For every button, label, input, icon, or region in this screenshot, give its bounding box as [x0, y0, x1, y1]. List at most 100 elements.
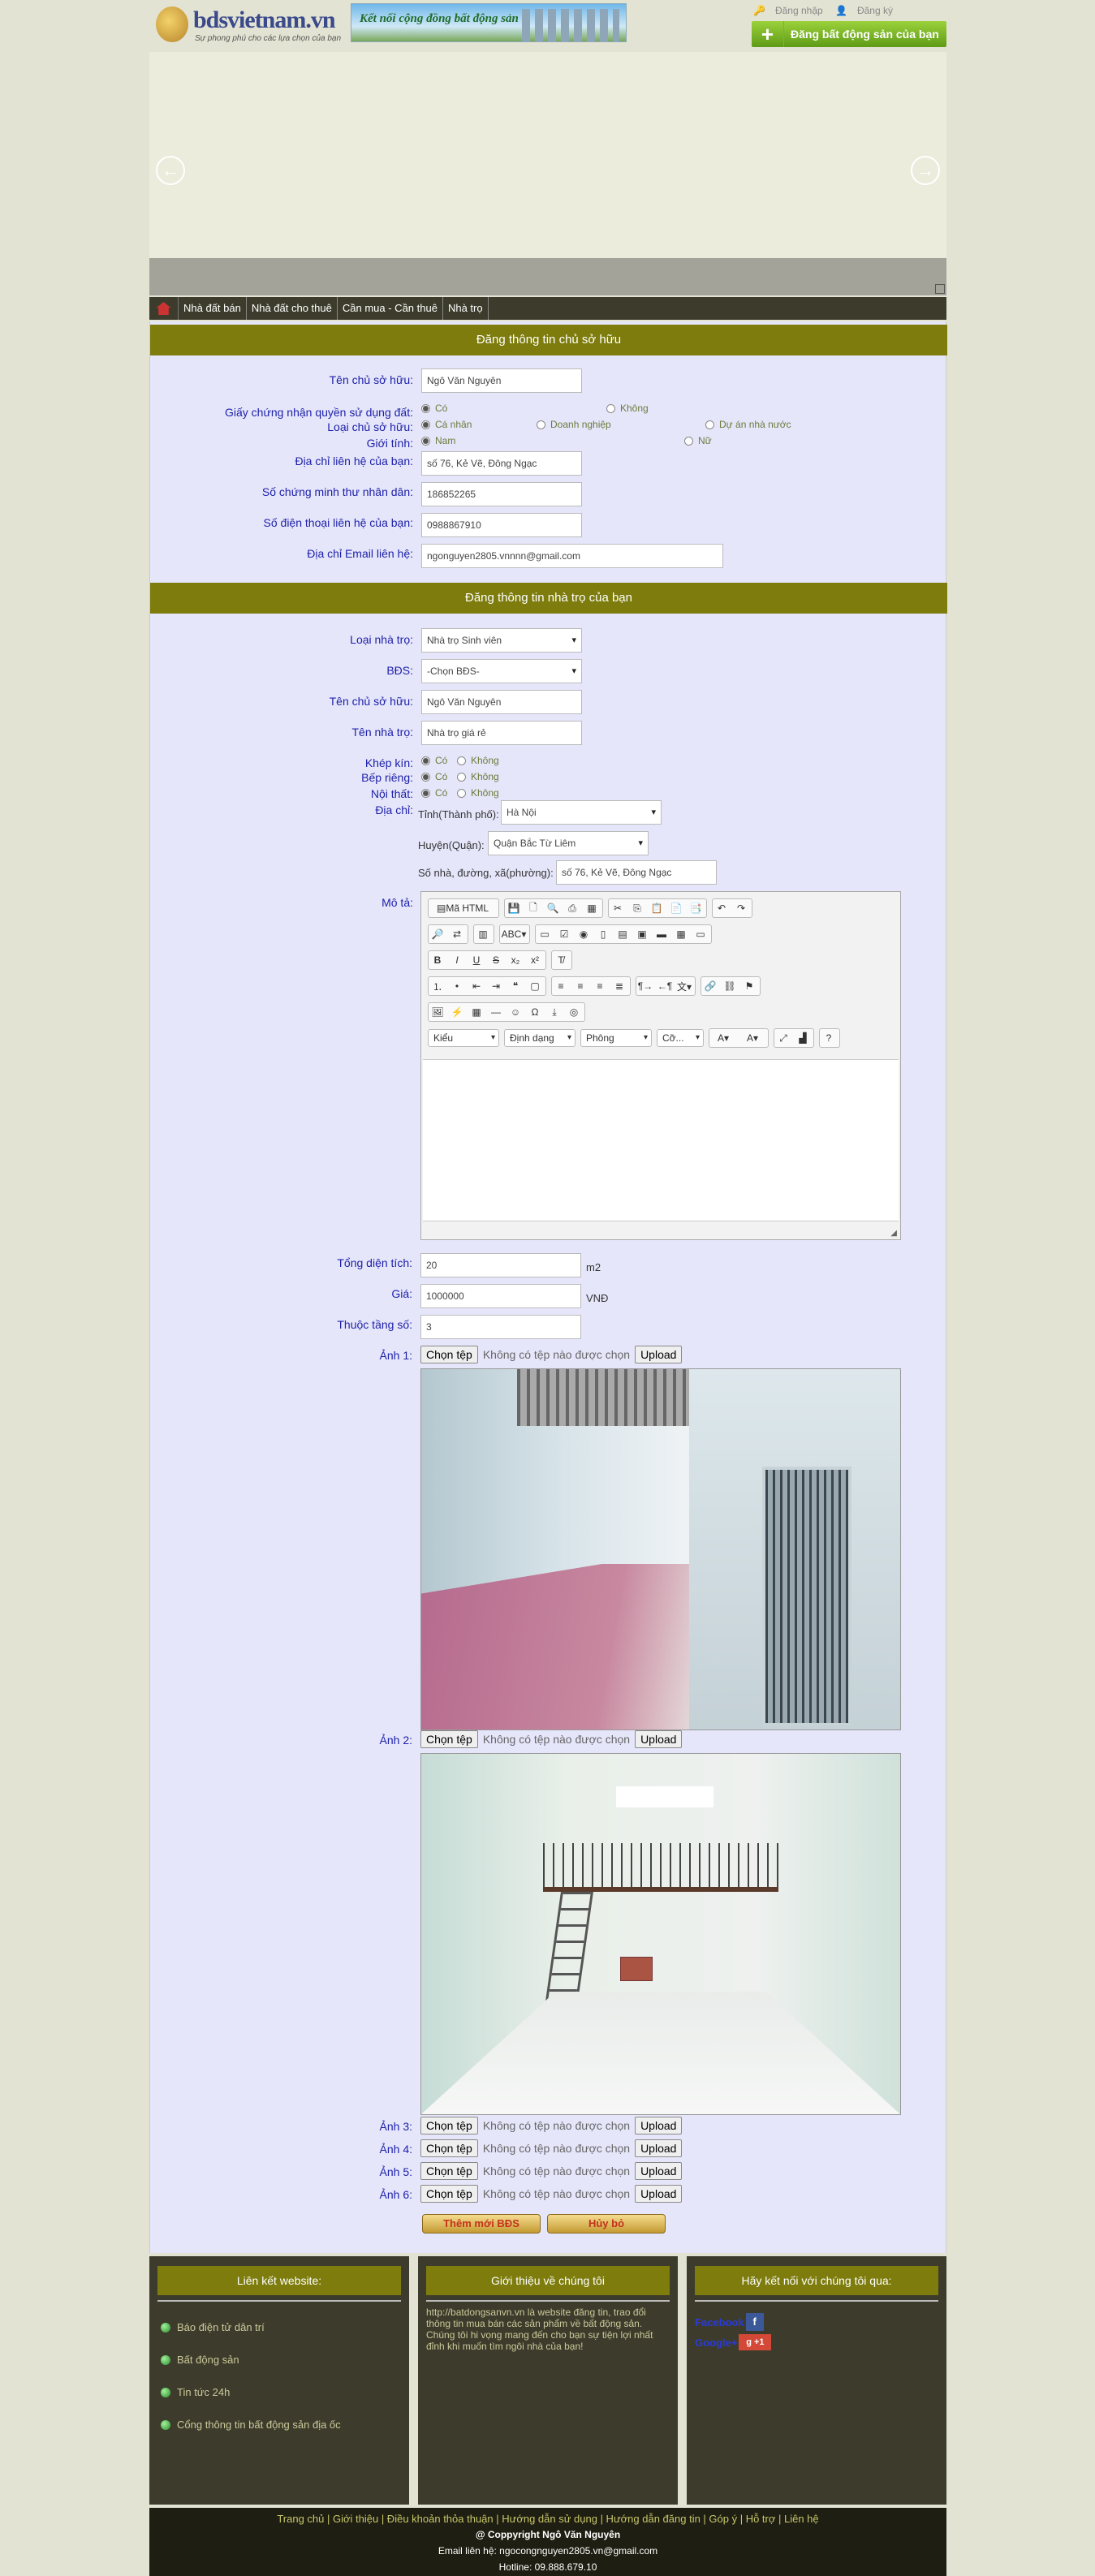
textarea-icon[interactable]: ▤ — [614, 925, 632, 943]
size-combo[interactable]: Cỡ... — [657, 1029, 704, 1047]
text-color-icon[interactable]: A▾ — [709, 1029, 737, 1047]
photo-3-upload-button[interactable]: Upload — [635, 2117, 683, 2134]
find-icon[interactable]: 🔎 — [429, 925, 446, 943]
footer-link-portal[interactable]: Cổng thông tin bất động sản địa ốc — [161, 2419, 341, 2431]
furniture-yes-radio[interactable]: Có — [421, 787, 447, 799]
print-icon[interactable]: ⎙ — [563, 899, 581, 917]
strike-icon[interactable]: S — [487, 951, 505, 969]
redo-icon[interactable]: ↷ — [732, 899, 750, 917]
street-input[interactable]: số 76, Kẻ Vẽ, Đông Ngạc — [556, 860, 717, 885]
outdent-icon[interactable]: ⇤ — [468, 977, 485, 995]
new-page-icon[interactable]: 🗋 — [524, 899, 542, 917]
nav-item-sale[interactable]: Nhà đất bán — [179, 297, 247, 320]
style-combo[interactable]: Kiểu — [428, 1029, 499, 1047]
photo-2-upload-button[interactable]: Upload — [635, 1730, 683, 1748]
photo-2-choose-button[interactable]: Chọn tệp — [420, 1730, 478, 1748]
email-input[interactable]: ngonguyen2805.vnnnn@gmail.com — [421, 544, 723, 568]
rtl-icon[interactable]: ←¶ — [656, 977, 674, 995]
bg-color-icon[interactable]: A▾ — [739, 1029, 766, 1047]
slider-prev-button[interactable]: ← — [156, 156, 185, 185]
photo-4-upload-button[interactable]: Upload — [635, 2139, 683, 2157]
room-name-input[interactable]: Nhà trọ giá rẻ — [421, 721, 582, 745]
flash-icon[interactable]: ⚡ — [448, 1003, 466, 1021]
font-combo[interactable]: Phông — [580, 1029, 652, 1047]
type-business-radio[interactable]: Doanh nghiệp — [537, 419, 611, 430]
bold-icon[interactable]: B — [429, 951, 446, 969]
post-property-button[interactable]: + Đăng bất động sản của bạn — [752, 21, 946, 47]
closed-yes-radio[interactable]: Có — [421, 755, 447, 766]
footer-link-bds[interactable]: Bất động sản — [161, 2354, 239, 2366]
google-plus-link[interactable]: Google+ g +1 — [695, 2334, 772, 2350]
table-icon[interactable]: ▦ — [468, 1003, 485, 1021]
paste-text-icon[interactable]: 📄 — [667, 899, 685, 917]
resize-handle-icon[interactable]: ◢ — [890, 1229, 897, 1238]
horizontal-line-icon[interactable]: ― — [487, 1003, 505, 1021]
nav-item-rent[interactable]: Nhà đất cho thuê — [247, 297, 338, 320]
photo-1-choose-button[interactable]: Chọn tệp — [420, 1346, 478, 1363]
cancel-button[interactable]: Hủy bỏ — [547, 2214, 666, 2234]
hidden-field-icon[interactable]: ▭ — [692, 925, 709, 943]
owner-name-input[interactable]: Ngô Văn Nguyên — [421, 368, 582, 393]
province-select[interactable]: Hà Nội — [501, 800, 662, 825]
slider-next-button[interactable]: → — [911, 156, 940, 185]
radio-icon[interactable]: ◉ — [575, 925, 593, 943]
preview-icon[interactable]: 🔍 — [544, 899, 562, 917]
image-icon[interactable]: 🖼 — [429, 1003, 446, 1021]
remove-format-icon[interactable]: T̸ — [552, 951, 570, 969]
save-icon[interactable]: 💾 — [505, 899, 523, 917]
justify-icon[interactable]: ≣ — [610, 977, 628, 995]
add-property-button[interactable]: Thêm mới BĐS — [422, 2214, 541, 2234]
underline-icon[interactable]: U — [468, 951, 485, 969]
slider-toggle[interactable] — [935, 284, 945, 294]
home-button[interactable] — [149, 297, 179, 320]
site-logo[interactable]: bdsvietnam.vn Sự phong phú cho các lựa c… — [153, 3, 347, 45]
indent-icon[interactable]: ⇥ — [487, 977, 505, 995]
align-left-icon[interactable]: ≡ — [552, 977, 570, 995]
cert-yes-radio[interactable]: Có — [421, 403, 447, 414]
maximize-icon[interactable]: ⤢ — [774, 1029, 792, 1047]
paste-icon[interactable]: 📋 — [648, 899, 666, 917]
address-input[interactable]: số 76, Kẻ Vẽ, Đông Ngạc — [421, 451, 582, 476]
district-select[interactable]: Quận Bắc Từ Liêm — [488, 831, 649, 855]
align-center-icon[interactable]: ≡ — [571, 977, 589, 995]
ltr-icon[interactable]: ¶→ — [636, 977, 654, 995]
cert-no-radio[interactable]: Không — [606, 403, 649, 414]
italic-icon[interactable]: I — [448, 951, 466, 969]
spellcheck-icon[interactable]: ABC▾ — [500, 925, 528, 943]
editor-content-area[interactable] — [423, 1059, 899, 1221]
gender-male-radio[interactable]: Nam — [421, 435, 455, 446]
bds-select[interactable]: -Chọn BĐS- — [421, 659, 582, 683]
photo-5-upload-button[interactable]: Upload — [635, 2162, 683, 2180]
special-char-icon[interactable]: Ω — [526, 1003, 544, 1021]
photo-6-upload-button[interactable]: Upload — [635, 2185, 683, 2203]
copy-icon[interactable]: ⎘ — [628, 899, 646, 917]
cut-icon[interactable]: ✂ — [609, 899, 627, 917]
kitchen-yes-radio[interactable]: Có — [421, 771, 447, 782]
phone-input[interactable]: 0988867910 — [421, 513, 582, 537]
format-combo[interactable]: Định dạng — [504, 1029, 576, 1047]
language-icon[interactable]: 文▾ — [675, 977, 693, 995]
button-icon[interactable]: ▬ — [653, 925, 670, 943]
link-icon[interactable]: 🔗 — [701, 977, 719, 995]
nav-item-boarding[interactable]: Nhà trọ — [443, 297, 489, 320]
photo-1-upload-button[interactable]: Upload — [635, 1346, 683, 1363]
iframe-icon[interactable]: ◎ — [565, 1003, 583, 1021]
price-input[interactable]: 1000000 — [420, 1284, 581, 1308]
subscript-icon[interactable]: x₂ — [507, 951, 524, 969]
floor-input[interactable]: 3 — [420, 1315, 581, 1339]
register-link[interactable]: Đăng ký — [857, 5, 893, 16]
room-type-select[interactable]: Nhà trọ Sinh viên — [421, 628, 582, 653]
textfield-icon[interactable]: ▯ — [594, 925, 612, 943]
checkbox-icon[interactable]: ☑ — [555, 925, 573, 943]
type-personal-radio[interactable]: Cá nhân — [421, 419, 472, 430]
superscript-icon[interactable]: x² — [526, 951, 544, 969]
templates-icon[interactable]: ▦ — [583, 899, 601, 917]
paste-word-icon[interactable]: 📑 — [687, 899, 705, 917]
photo-4-choose-button[interactable]: Chọn tệp — [420, 2139, 478, 2157]
select-all-icon[interactable]: ▥ — [474, 925, 492, 943]
photo-5-choose-button[interactable]: Chọn tệp — [420, 2162, 478, 2180]
show-blocks-icon[interactable]: ▟ — [794, 1029, 812, 1047]
align-right-icon[interactable]: ≡ — [591, 977, 609, 995]
gender-female-radio[interactable]: Nữ — [684, 435, 712, 446]
unlink-icon[interactable]: ⛓ — [721, 977, 739, 995]
